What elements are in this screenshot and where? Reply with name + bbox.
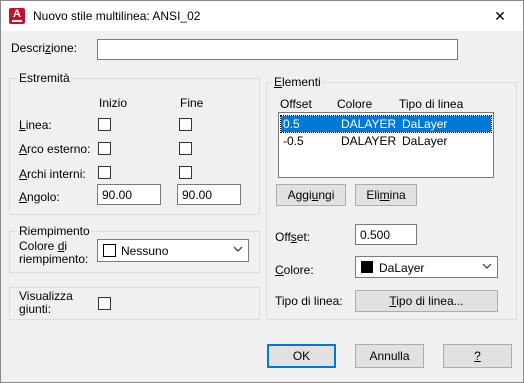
element-color-label: Colore: xyxy=(275,263,314,277)
outer-arc-start-checkbox[interactable] xyxy=(98,142,111,155)
outer-arc-label: Arco esterno: xyxy=(19,142,91,156)
row-offset: 0.5 xyxy=(283,117,300,131)
row-linetype: DaLayer xyxy=(402,117,448,131)
fill-legend: Riempimento xyxy=(17,224,92,238)
caps-end-header: Fine xyxy=(180,96,204,110)
add-button[interactable]: Aggiungi xyxy=(276,184,346,206)
elements-legend: Elementi xyxy=(272,75,323,89)
caps-legend: Estremità xyxy=(17,71,72,85)
angle-start-input[interactable] xyxy=(97,184,161,205)
col-header-offset: Offset xyxy=(280,97,312,111)
linetype-label: Tipo di linea: xyxy=(275,294,343,308)
offset-label: Offset: xyxy=(275,230,311,244)
line-label: Linea: xyxy=(19,118,52,132)
line-start-checkbox[interactable] xyxy=(98,118,111,131)
chevron-down-icon xyxy=(233,246,243,252)
element-color-value: DaLayer xyxy=(379,261,425,275)
delete-button[interactable]: Elimina xyxy=(355,184,417,206)
offset-input[interactable] xyxy=(355,224,417,245)
inner-arcs-label: Archi interni: xyxy=(19,167,86,181)
list-item[interactable]: -0.5 DALAYER DaLayer xyxy=(281,133,491,149)
linetype-button[interactable]: Tipo di linea... xyxy=(355,290,498,312)
outer-arc-end-checkbox[interactable] xyxy=(179,142,192,155)
joints-label: Visualizza giunti: xyxy=(19,289,73,316)
angle-end-input[interactable] xyxy=(177,184,241,205)
cancel-button[interactable]: Annulla xyxy=(355,344,424,368)
row-color: DALAYER xyxy=(341,134,397,148)
row-color: DALAYER xyxy=(341,117,397,131)
caps-start-header: Inizio xyxy=(99,96,128,110)
title-bar: A Nuovo stile multilinea: ANSI_02 ✕ xyxy=(1,1,523,31)
window-title: Nuovo stile multilinea: ANSI_02 xyxy=(33,9,201,23)
help-label: ? xyxy=(474,349,481,363)
line-end-checkbox[interactable] xyxy=(179,118,192,131)
fill-color-label: Colore di riempimento: xyxy=(19,239,89,266)
angle-label: Angolo: xyxy=(19,190,60,204)
inner-arcs-end-checkbox[interactable] xyxy=(179,166,192,179)
dialog-window: A Nuovo stile multilinea: ANSI_02 ✕ Desc… xyxy=(0,0,524,383)
list-item[interactable]: 0.5 DALAYER DaLayer xyxy=(280,115,492,133)
app-icon-letter: A xyxy=(13,8,21,20)
col-header-color: Colore xyxy=(337,97,373,111)
inner-arcs-start-checkbox[interactable] xyxy=(98,166,111,179)
fill-color-value: Nessuno xyxy=(121,244,169,258)
element-color-swatch xyxy=(361,261,373,273)
chevron-down-icon xyxy=(482,263,492,269)
help-button[interactable]: ? xyxy=(443,344,512,368)
fill-color-swatch xyxy=(103,244,116,257)
element-color-select[interactable]: DaLayer xyxy=(355,256,498,278)
elements-list[interactable]: 0.5 DALAYER DaLayer -0.5 DALAYER DaLayer xyxy=(278,112,494,178)
row-linetype: DaLayer xyxy=(402,134,448,148)
ok-button[interactable]: OK xyxy=(267,344,336,368)
description-label: Descrizione: xyxy=(11,41,78,55)
col-header-linetype: Tipo di linea xyxy=(399,97,464,111)
row-offset: -0.5 xyxy=(283,134,304,148)
close-icon[interactable]: ✕ xyxy=(477,1,523,31)
description-input[interactable] xyxy=(97,39,458,60)
fill-color-select[interactable]: Nessuno xyxy=(97,239,249,262)
joints-checkbox[interactable] xyxy=(98,297,111,310)
autocad-app-icon: A xyxy=(9,8,25,24)
